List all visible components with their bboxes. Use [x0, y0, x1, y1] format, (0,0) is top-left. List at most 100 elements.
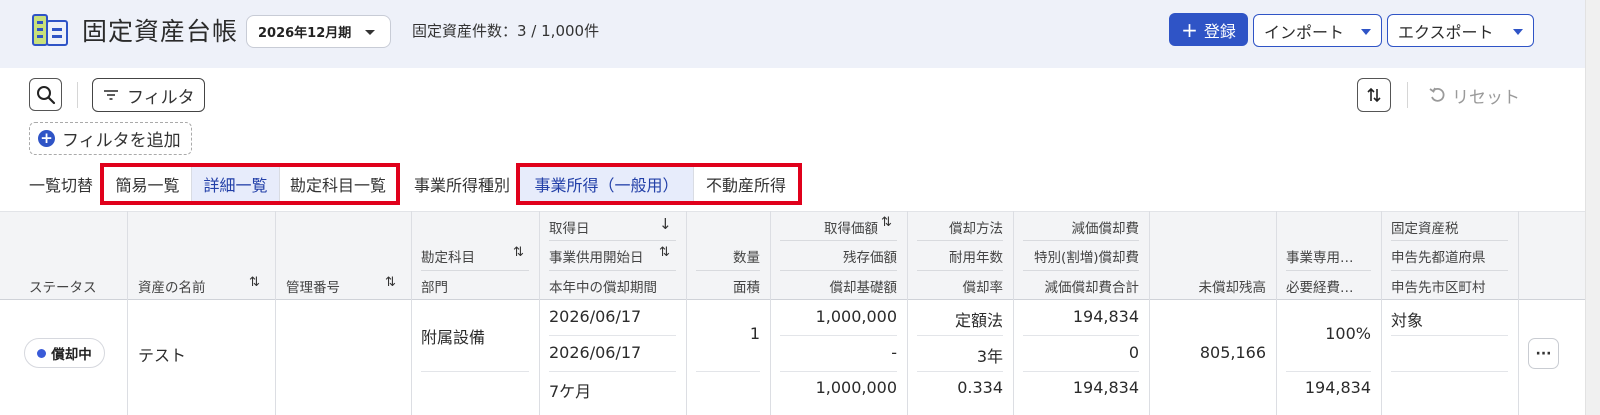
- row-more-button[interactable]: ···: [1528, 338, 1559, 369]
- th-depreciation-base: 償却基礎額: [829, 280, 898, 296]
- tab-simple-list[interactable]: 簡易一覧: [104, 167, 192, 201]
- th-special-depreciation: 特別(割増)償却費: [1033, 250, 1139, 266]
- row-subline: [549, 371, 676, 372]
- th-rate: 償却率: [962, 280, 1004, 296]
- row-subline: [696, 371, 760, 372]
- column-divider: [1518, 211, 1519, 415]
- add-filter-button[interactable]: + フィルタを追加: [29, 122, 192, 155]
- row-subline: [917, 335, 1003, 336]
- header-subline: [917, 270, 1003, 271]
- cell-useful-life: 3年: [976, 347, 1003, 366]
- th-book-balance: 未償却残高: [1198, 280, 1267, 296]
- list-switch-label: 一覧切替: [29, 176, 94, 195]
- cell-rate: 0.334: [957, 378, 1003, 397]
- import-dropdown-button[interactable]: インポート: [1253, 14, 1382, 47]
- th-service-start[interactable]: 事業供用開始日: [549, 246, 644, 266]
- ledger-icon: [32, 14, 68, 46]
- status-label: 償却中: [51, 347, 92, 363]
- reset-icon: [1429, 87, 1445, 102]
- search-button[interactable]: [29, 78, 62, 111]
- status-dot-icon: [37, 348, 47, 358]
- fiscal-period-select[interactable]: 2026年12月期: [246, 15, 391, 48]
- fiscal-period-value: 2026年12月期: [258, 26, 352, 41]
- chevron-down-icon: [1361, 29, 1371, 35]
- header-subline: [1023, 240, 1139, 241]
- sort-toggle-icon[interactable]: ⇅: [385, 275, 396, 290]
- column-divider: [1381, 211, 1382, 415]
- sort-icon: [1367, 87, 1381, 103]
- page-header: 固定資産台帳 2026年12月期 固定資産件数：3 / 1,000件 + 登録 …: [0, 0, 1600, 68]
- export-dropdown-button[interactable]: エクスポート: [1387, 14, 1534, 47]
- th-period-this-year: 本年中の償却期間: [549, 280, 657, 296]
- th-status[interactable]: ステータス: [29, 276, 97, 296]
- th-municipality: 申告先市区町村: [1391, 280, 1486, 296]
- header-subline: [549, 270, 676, 271]
- cell-acquisition-date: 2026/06/17: [549, 307, 642, 326]
- filter-button[interactable]: フィルタ: [92, 78, 205, 112]
- sort-button[interactable]: [1357, 78, 1391, 112]
- cell-book-balance: 805,166: [1199, 343, 1266, 362]
- column-divider: [127, 211, 128, 415]
- reset-button[interactable]: リセット: [1428, 82, 1520, 108]
- th-quantity: 数量: [733, 250, 760, 266]
- th-prefecture: 申告先都道府県: [1391, 250, 1486, 266]
- page-title: 固定資産台帳: [82, 17, 239, 46]
- sort-toggle-icon[interactable]: ⇅: [659, 245, 670, 260]
- register-button[interactable]: + 登録: [1169, 13, 1248, 46]
- cell-depreciation-expense: 194,834: [1072, 307, 1139, 326]
- toolbar-divider: [77, 82, 78, 108]
- th-useful-life: 耐用年数: [949, 250, 1003, 266]
- header-subline: [421, 270, 529, 271]
- cell-residual-value: -: [891, 343, 897, 362]
- th-acquisition-price[interactable]: 取得価額: [780, 217, 878, 237]
- sort-toggle-icon[interactable]: ⇅: [881, 215, 892, 230]
- header-subline: [549, 240, 676, 241]
- column-divider: [539, 211, 540, 415]
- export-label: エクスポート: [1398, 22, 1494, 42]
- sort-toggle-icon[interactable]: ⇅: [249, 275, 260, 290]
- row-subline: [1023, 335, 1139, 336]
- cell-method: 定額法: [954, 311, 1003, 330]
- header-subline: [1391, 270, 1508, 271]
- list-view-switch: 簡易一覧 詳細一覧 勘定科目一覧: [100, 163, 400, 205]
- header-subline: [780, 240, 897, 241]
- th-area: 面積: [733, 280, 760, 296]
- cell-quantity: 1: [749, 324, 760, 343]
- cell-property-tax: 対象: [1391, 311, 1424, 330]
- row-subline: [1391, 335, 1508, 336]
- row-subline: [549, 335, 676, 336]
- row-subline: [1023, 371, 1139, 372]
- tab-real-estate-income[interactable]: 不動産所得: [694, 167, 798, 201]
- th-residual-value: 残存価額: [843, 250, 897, 266]
- tab-detail-list[interactable]: 詳細一覧: [192, 167, 280, 201]
- status-badge: 償却中: [24, 338, 105, 368]
- row-subline: [1286, 371, 1371, 372]
- header-subline: [917, 240, 1003, 241]
- th-acquisition-date[interactable]: 取得日: [549, 217, 590, 237]
- header-subline: [1286, 270, 1371, 271]
- sort-toggle-icon[interactable]: ⇅: [513, 245, 524, 260]
- column-divider: [275, 211, 276, 415]
- cell-depreciation-total: 194,834: [1072, 378, 1139, 397]
- column-divider: [1013, 211, 1014, 415]
- th-depreciation-expense: 減価償却費: [1071, 221, 1140, 237]
- plus-icon: +: [1181, 17, 1198, 42]
- tab-account-list[interactable]: 勘定科目一覧: [280, 167, 396, 201]
- sort-desc-icon[interactable]: ↓: [659, 215, 672, 233]
- cell-depreciation-base: 1,000,000: [815, 378, 897, 397]
- th-asset-name[interactable]: 資産の名前: [138, 276, 206, 296]
- income-type-switch: 事業所得（一般用） 不動産所得: [516, 163, 802, 205]
- asset-count: 固定資産件数：3 / 1,000件: [412, 22, 600, 40]
- cell-period-this-year: 7ケ月: [549, 382, 592, 401]
- row-subline: [421, 371, 529, 372]
- th-property-tax: 固定資産税: [1391, 221, 1459, 237]
- row-subline: [1391, 371, 1508, 372]
- cell-business-ratio: 100%: [1325, 324, 1371, 343]
- th-management-no[interactable]: 管理番号: [286, 276, 340, 296]
- tab-business-income[interactable]: 事業所得（一般用）: [520, 167, 694, 201]
- header-subline: [696, 270, 760, 271]
- chevron-down-icon: [1513, 29, 1523, 35]
- th-account[interactable]: 勘定科目: [421, 246, 475, 266]
- vertical-scrollbar[interactable]: [1585, 0, 1600, 415]
- row-subline: [780, 335, 897, 336]
